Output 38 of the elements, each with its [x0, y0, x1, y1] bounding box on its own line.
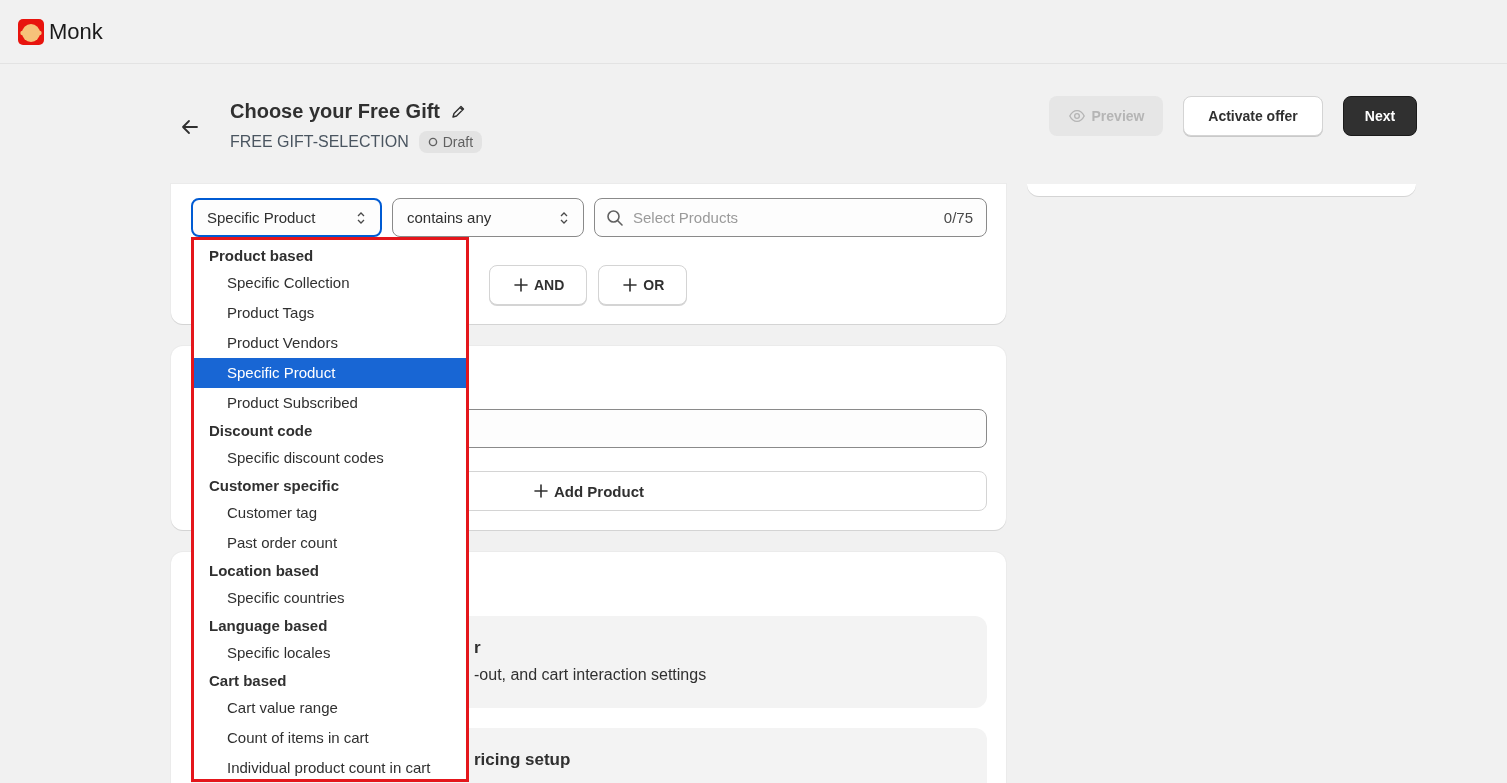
offer-type: FREE GIFT-SELECTION [230, 133, 409, 151]
dropdown-option[interactable]: Specific locales [194, 638, 466, 668]
condition-type-select[interactable]: Specific Product [191, 198, 382, 237]
plus-icon [623, 278, 638, 292]
dropdown-option[interactable]: Specific Product [194, 358, 466, 388]
panel-title: ricing setup [474, 750, 572, 770]
pencil-icon[interactable] [450, 103, 467, 120]
group-heading: Language based [208, 616, 329, 636]
operator-select[interactable]: contains any [392, 198, 584, 237]
or-button[interactable]: OR [598, 265, 688, 305]
dropdown-option[interactable]: Past order count [194, 528, 466, 558]
panel-description: -out, and cart interaction settings [474, 666, 708, 684]
plus-icon [514, 278, 528, 292]
status-circle-icon [427, 137, 438, 147]
search-icon [606, 209, 624, 227]
plus-icon [534, 484, 548, 498]
next-button[interactable]: Next [1343, 96, 1417, 136]
panel-title: r [474, 638, 482, 658]
group-heading: Product based [208, 246, 315, 266]
dropdown-option[interactable]: Product Vendors [194, 328, 466, 358]
app-name: Monk [49, 18, 103, 45]
eye-icon [1067, 107, 1086, 125]
dropdown-option[interactable]: Product Subscribed [194, 388, 466, 418]
page-title: Choose your Free Gift [230, 100, 441, 123]
group-heading: Discount code [208, 421, 314, 441]
dropdown-option[interactable]: Specific countries [194, 583, 466, 613]
and-button[interactable]: AND [489, 265, 588, 305]
group-heading: Customer specific [208, 476, 341, 496]
selection-count: 0/75 [943, 209, 973, 226]
group-heading: Location based [208, 561, 321, 581]
group-heading: Cart based [208, 671, 288, 691]
dropdown-option[interactable]: Specific discount codes [194, 443, 466, 473]
dropdown-option[interactable]: Specific Collection [194, 268, 466, 298]
dropdown-option[interactable]: Individual product count in cart [194, 753, 466, 783]
monk-logo-icon [18, 18, 44, 45]
dropdown-option[interactable]: Product Tags [194, 298, 466, 328]
activate-button[interactable]: Activate offer [1183, 96, 1323, 136]
status-label: Draft [442, 134, 474, 150]
